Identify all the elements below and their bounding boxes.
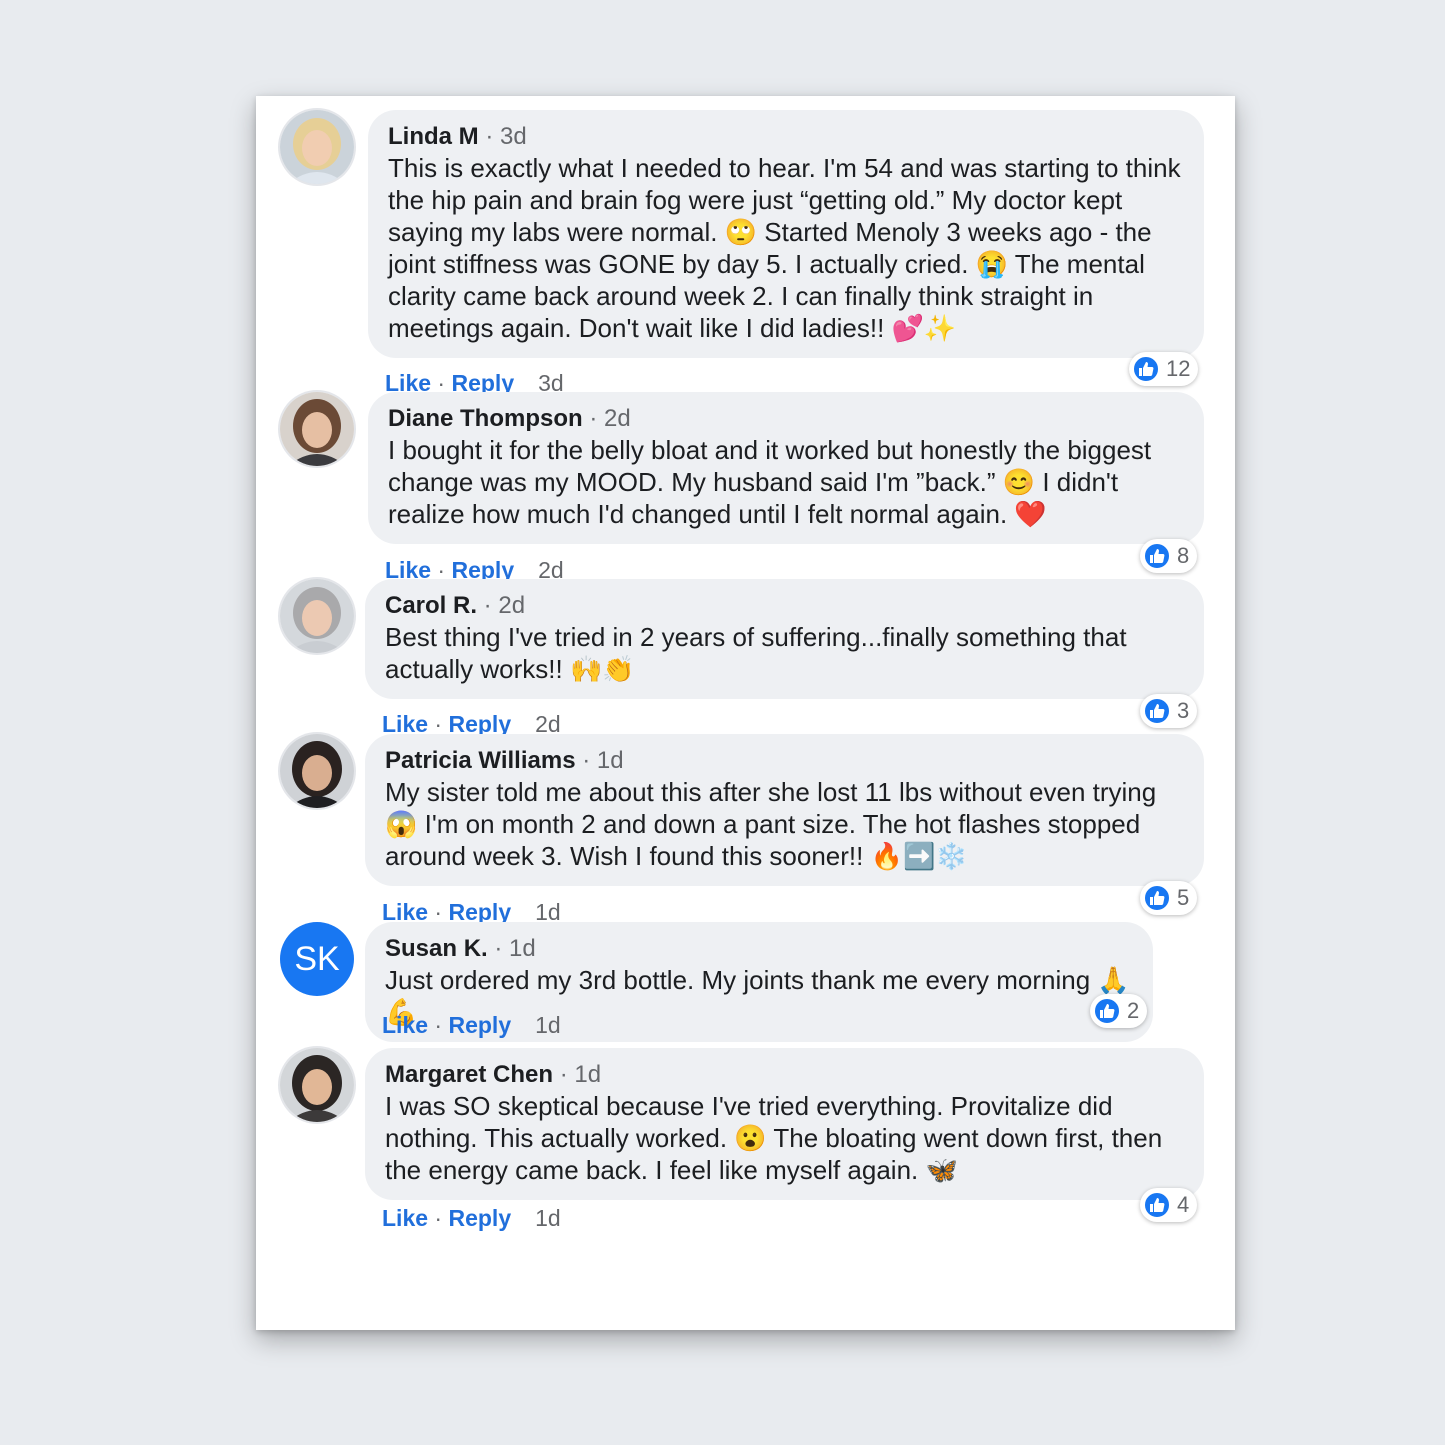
comment-time: 2d (498, 592, 526, 619)
meta-separator: · (575, 747, 597, 774)
comment-time: 1d (596, 747, 624, 774)
reply-link[interactable]: Reply (448, 1012, 511, 1038)
reaction-summary[interactable]: 4 (1140, 1188, 1198, 1222)
thumbs-up-icon (1143, 697, 1171, 725)
author-name[interactable]: Diane Thompson (388, 405, 583, 432)
reaction-summary[interactable]: 5 (1140, 881, 1198, 915)
reaction-count: 3 (1177, 698, 1190, 723)
avatar-initials[interactable]: SK (280, 922, 354, 996)
avatar-photo (280, 392, 354, 466)
avatar[interactable] (280, 110, 354, 184)
reaction-summary[interactable]: 2 (1090, 994, 1148, 1028)
comment-actions: Like · Reply 1d (382, 1203, 561, 1233)
comment-text: I bought it for the belly bloat and it w… (388, 435, 1152, 529)
avatar-photo (280, 734, 354, 808)
avatar[interactable] (280, 579, 354, 653)
author-name[interactable]: Margaret Chen (385, 1061, 553, 1088)
comment-text: This is exactly what I needed to hear. I… (388, 153, 1181, 343)
thumbs-up-icon (1143, 884, 1171, 912)
comment-meta: Diane Thompson · 2d (388, 404, 1184, 434)
comment-time: 1d (574, 1061, 602, 1088)
comment-meta: Linda M · 3d (388, 122, 1184, 152)
comment-time: 2d (604, 405, 631, 432)
reaction-count: 2 (1127, 998, 1140, 1023)
comment-bubble: Linda M · 3d This is exactly what I need… (368, 110, 1204, 358)
reaction-count: 4 (1177, 1192, 1190, 1217)
author-name[interactable]: Linda M (388, 123, 479, 150)
avatar[interactable] (280, 1048, 354, 1122)
reaction-count: 12 (1166, 356, 1191, 381)
meta-separator: · (487, 935, 510, 962)
action-separator: · (428, 1012, 449, 1038)
comment-actions: Like · Reply 1d (382, 1010, 561, 1040)
reply-link[interactable]: Reply (448, 1205, 511, 1231)
action-time: 1d (535, 1012, 561, 1038)
like-link[interactable]: Like (382, 1012, 428, 1038)
comment-time: 1d (509, 935, 536, 962)
comment-meta: Susan K. · 1d (385, 934, 1133, 964)
reaction-count: 5 (1177, 885, 1190, 910)
comment-meta: Carol R. · 2d (385, 591, 1184, 621)
thumbs-up-icon (1143, 1191, 1171, 1219)
meta-separator: · (478, 123, 500, 150)
author-name[interactable]: Carol R. (385, 592, 477, 619)
reaction-summary[interactable]: 3 (1140, 694, 1198, 728)
comment-meta: Patricia Williams · 1d (385, 746, 1184, 776)
comment-bubble: Margaret Chen · 1d I was SO skeptical be… (365, 1048, 1204, 1200)
comment-meta: Margaret Chen · 1d (385, 1060, 1184, 1090)
reaction-summary[interactable]: 12 (1129, 352, 1199, 386)
comments-card: Linda M · 3d This is exactly what I need… (256, 96, 1235, 1330)
like-link[interactable]: Like (382, 1205, 428, 1231)
avatar-photo (280, 1048, 354, 1122)
reaction-count: 8 (1177, 543, 1190, 568)
comment-bubble: Carol R. · 2d Best thing I've tried in 2… (365, 579, 1204, 699)
action-time: 1d (535, 1205, 561, 1231)
avatar-photo (280, 579, 354, 653)
meta-separator: · (477, 592, 499, 619)
thumbs-up-icon (1093, 997, 1121, 1025)
action-separator: · (428, 1205, 449, 1231)
meta-separator: · (553, 1061, 575, 1088)
author-name[interactable]: Susan K. (385, 935, 488, 962)
comment-bubble: Patricia Williams · 1d My sister told me… (365, 734, 1204, 886)
comment-bubble: Diane Thompson · 2d I bought it for the … (368, 392, 1204, 544)
avatar[interactable] (280, 734, 354, 808)
avatar-photo (280, 110, 354, 184)
comment-text: I was SO skeptical because I've tried ev… (385, 1091, 1163, 1185)
thumbs-up-icon (1132, 355, 1160, 383)
comment-time: 3d (499, 123, 527, 150)
reaction-summary[interactable]: 8 (1140, 539, 1198, 573)
comment-text: My sister told me about this after she l… (385, 777, 1157, 871)
comment-text: Best thing I've tried in 2 years of suff… (385, 622, 1127, 684)
author-name[interactable]: Patricia Williams (385, 747, 576, 774)
avatar[interactable] (280, 392, 354, 466)
thumbs-up-icon (1143, 542, 1171, 570)
meta-separator: · (582, 405, 604, 432)
